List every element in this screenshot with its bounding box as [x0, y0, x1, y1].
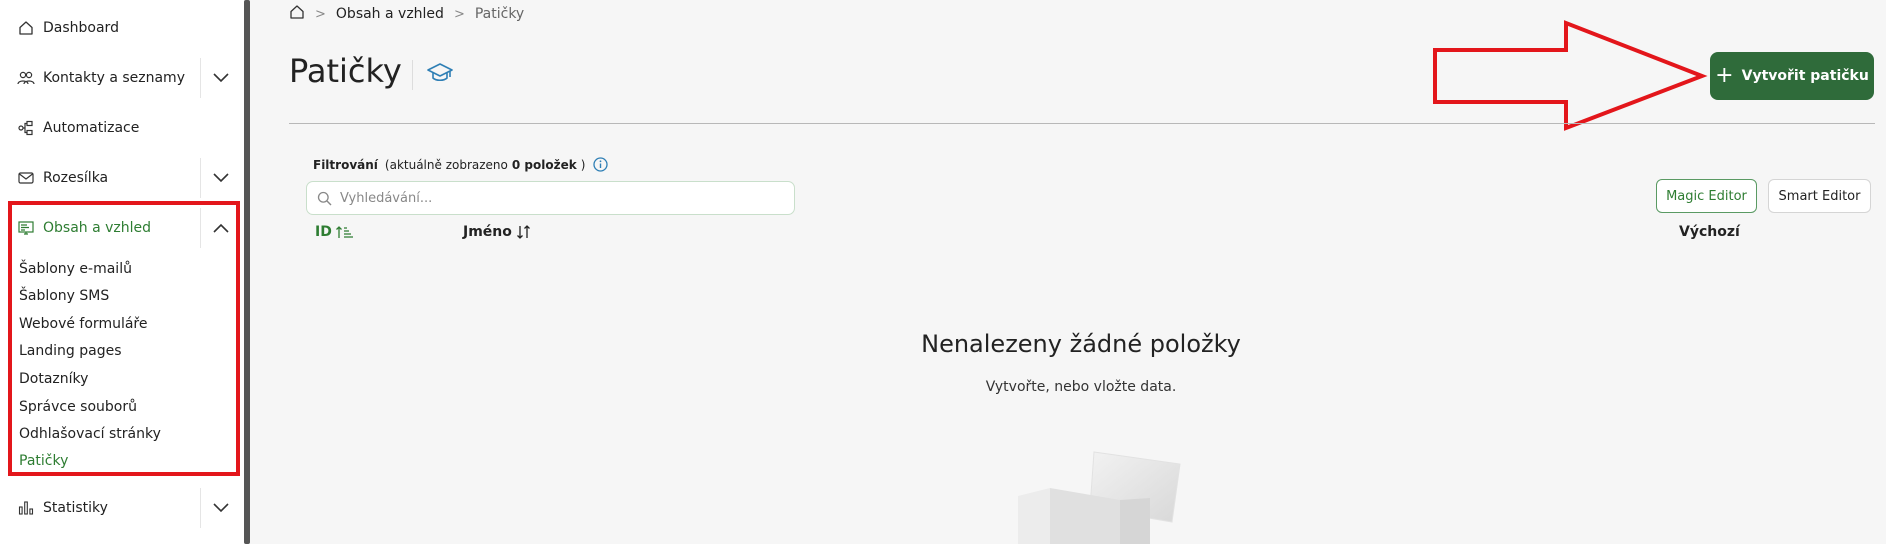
search-input[interactable] [340, 190, 780, 206]
breadcrumb-separator: > [315, 6, 326, 22]
column-header-default[interactable]: Výchozí [1679, 224, 1740, 240]
breadcrumb-current: Patičky [474, 6, 525, 22]
filter-count-prefix: (aktuálně zobrazeno [384, 157, 508, 172]
home-icon [17, 19, 35, 37]
info-icon[interactable] [593, 157, 609, 172]
sidebar-item-dashboard[interactable]: Dashboard [0, 8, 244, 48]
magic-editor-button[interactable]: Magic Editor [1656, 179, 1757, 213]
sidebar-item-label: Kontakty a seznamy [43, 70, 185, 86]
open-box-illustration [1018, 451, 1181, 544]
title-divider [412, 60, 413, 90]
plus-icon: + [1715, 63, 1734, 88]
sidebar-scrollbar[interactable] [244, 0, 250, 544]
page-title: Patičky [289, 52, 402, 90]
annotation-arrow-icon [1433, 20, 1708, 131]
breadcrumb: > Obsah a vzhled > Patičky [289, 4, 524, 24]
chevron-down-icon[interactable] [200, 58, 240, 98]
home-icon[interactable] [289, 4, 305, 24]
search-icon [317, 191, 332, 206]
sort-ascending-icon [335, 225, 354, 239]
graduation-cap-icon[interactable] [427, 62, 453, 88]
sidebar-item-contacts[interactable]: Kontakty a seznamy [0, 58, 244, 98]
mail-icon [17, 169, 35, 187]
column-header-label: Jméno [463, 224, 512, 240]
empty-state-subtitle: Vytvořte, nebo vložte data. [985, 379, 1177, 395]
filter-count-value: 0 položek [511, 157, 577, 172]
filter-summary: Filtrování (aktuálně zobrazeno 0 položek… [313, 157, 609, 172]
automation-icon [17, 119, 35, 137]
stats-icon [17, 499, 35, 517]
sidebar-item-mailing[interactable]: Rozesílka [0, 158, 244, 198]
breadcrumb-item[interactable]: Obsah a vzhled [336, 6, 444, 22]
chevron-down-icon[interactable] [200, 488, 240, 528]
header-divider [289, 123, 1875, 124]
filter-count-suffix: ) [580, 157, 586, 172]
sidebar-item-label: Rozesílka [43, 170, 109, 186]
sidebar-item-label: Automatizace [43, 120, 140, 136]
chevron-down-icon[interactable] [200, 158, 240, 198]
sort-icon [516, 225, 532, 239]
sidebar-item-statistics[interactable]: Statistiky [0, 488, 244, 528]
filter-label: Filtrování [313, 157, 378, 172]
sidebar: Dashboard Kontakty a seznamy Automatizac… [0, 0, 244, 544]
column-header-name[interactable]: Jméno [463, 224, 532, 240]
sidebar-item-label: Dashboard [43, 20, 119, 36]
create-footer-button[interactable]: + Vytvořit patičku [1710, 52, 1874, 100]
sidebar-item-automation[interactable]: Automatizace [0, 108, 244, 148]
sidebar-item-label: Statistiky [43, 500, 108, 516]
contacts-icon [17, 69, 35, 87]
column-header-label: ID [315, 224, 332, 240]
column-header-id[interactable]: ID [315, 224, 354, 240]
empty-state-title: Nenalezeny žádné položky [921, 330, 1241, 358]
breadcrumb-separator: > [453, 6, 465, 22]
search-field[interactable] [306, 181, 795, 215]
create-footer-label: Vytvořit patičku [1741, 68, 1869, 84]
smart-editor-button[interactable]: Smart Editor [1768, 179, 1871, 213]
